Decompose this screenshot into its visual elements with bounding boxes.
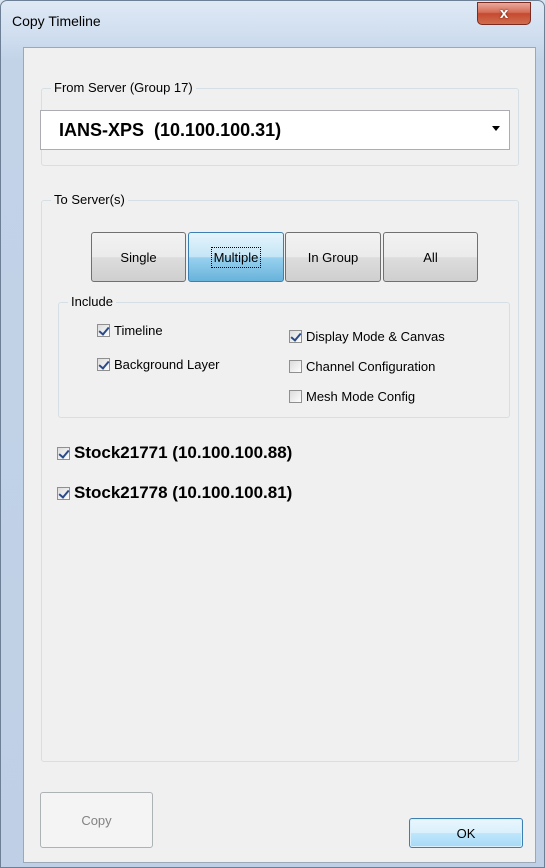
mode-in-group-button[interactable]: In Group xyxy=(285,232,381,282)
include-mesh-mode-checkbox[interactable]: Mesh Mode Config xyxy=(289,389,415,404)
dialog-window: Copy Timeline x From Server (Group 17) I… xyxy=(0,0,545,868)
checkbox-checked-icon[interactable] xyxy=(289,330,302,343)
checkbox-checked-icon[interactable] xyxy=(57,486,70,500)
checkbox-unchecked-icon[interactable] xyxy=(289,360,302,373)
dialog-client-area: From Server (Group 17) IANS-XPS (10.100.… xyxy=(23,47,536,863)
checkbox-unchecked-icon[interactable] xyxy=(289,390,302,403)
include-label: Include xyxy=(68,294,116,309)
from-server-combobox[interactable]: IANS-XPS (10.100.100.31) xyxy=(40,110,510,150)
mode-multiple-button[interactable]: Multiple xyxy=(188,232,284,282)
chevron-down-icon[interactable] xyxy=(492,126,500,131)
title-bar[interactable]: Copy Timeline x xyxy=(1,1,544,37)
include-display-mode-checkbox[interactable]: Display Mode & Canvas xyxy=(289,329,445,344)
to-servers-label: To Server(s) xyxy=(51,192,128,207)
ok-button[interactable]: OK xyxy=(409,818,523,848)
checkbox-checked-icon[interactable] xyxy=(97,358,110,371)
close-icon: x xyxy=(499,5,509,22)
mode-all-button[interactable]: All xyxy=(383,232,478,282)
server-row[interactable]: Stock21778 (10.100.100.81) xyxy=(57,483,292,503)
include-background-layer-checkbox[interactable]: Background Layer xyxy=(97,357,220,372)
checkbox-checked-icon[interactable] xyxy=(97,324,110,337)
from-server-value: IANS-XPS (10.100.100.31) xyxy=(59,120,282,140)
from-server-label: From Server (Group 17) xyxy=(51,80,196,95)
close-button[interactable]: x xyxy=(477,2,531,25)
window-title: Copy Timeline xyxy=(12,13,101,29)
mode-single-button[interactable]: Single xyxy=(91,232,186,282)
to-servers-group: To Server(s) xyxy=(41,192,519,762)
copy-button[interactable]: Copy xyxy=(40,792,153,848)
include-channel-config-checkbox[interactable]: Channel Configuration xyxy=(289,359,435,374)
server-row[interactable]: Stock21771 (10.100.100.88) xyxy=(57,443,292,463)
checkbox-checked-icon[interactable] xyxy=(57,446,70,460)
include-timeline-checkbox[interactable]: Timeline xyxy=(97,323,163,338)
